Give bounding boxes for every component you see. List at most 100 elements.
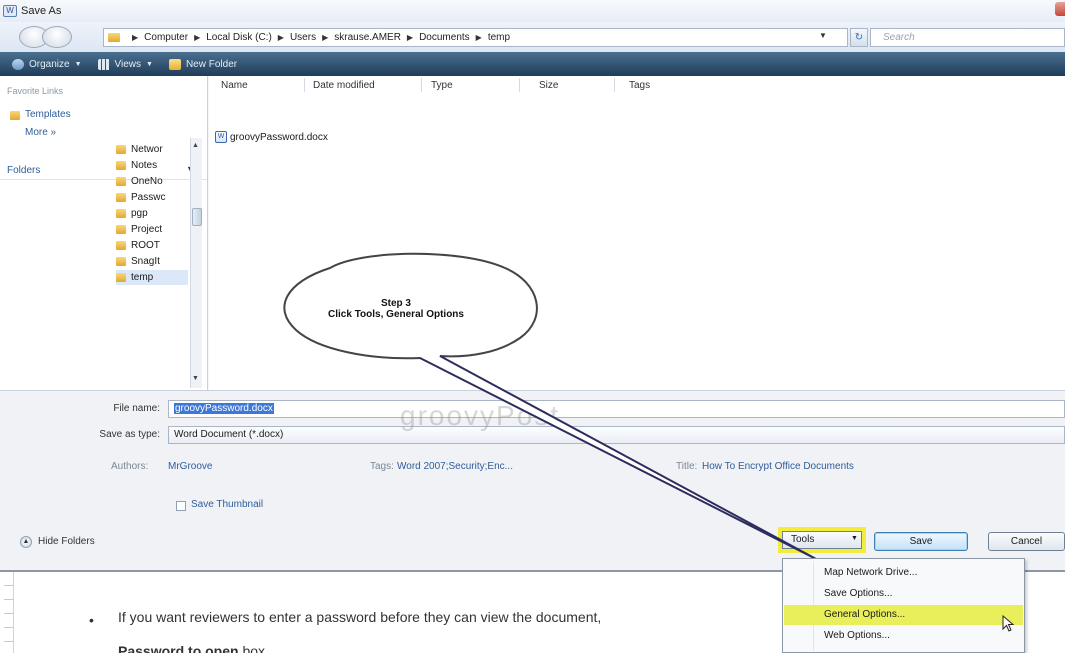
save-thumbnail-label[interactable]: Save Thumbnail <box>191 499 263 510</box>
folder-icon <box>116 177 126 186</box>
save-type-label: Save as type: <box>99 429 160 440</box>
folder-item-selected[interactable]: temp <box>116 270 188 285</box>
refresh-button[interactable]: ↻ <box>850 28 868 47</box>
search-input[interactable]: Search <box>870 28 1065 47</box>
folder-label: ROOT <box>131 240 160 251</box>
scroll-down-icon[interactable]: ▼ <box>192 375 199 382</box>
organize-label: Organize <box>29 58 70 70</box>
tools-button[interactable]: Tools ▼ <box>782 531 862 549</box>
folder-item[interactable]: Passwc <box>116 190 188 205</box>
folder-item[interactable]: SnagIt <box>116 254 188 269</box>
folder-label: Notes <box>131 160 158 171</box>
title-label: Title: <box>676 461 698 472</box>
new-folder-icon <box>168 58 181 70</box>
column-header-date[interactable]: Date modified <box>313 80 375 91</box>
breadcrumb-local-disk[interactable]: Local Disk (C:) <box>206 32 272 43</box>
authors-value[interactable]: MrGroove <box>168 461 212 472</box>
column-header-size[interactable]: Size <box>539 80 558 91</box>
nav-link-more[interactable]: More » <box>25 127 56 138</box>
file-row[interactable]: W groovyPassword.docx <box>215 131 328 143</box>
column-header-name[interactable]: Name <box>221 80 248 91</box>
folder-item[interactable]: Project <box>116 222 188 237</box>
folder-item[interactable]: pgp <box>116 206 188 221</box>
folder-label: Project <box>131 224 163 235</box>
chevron-down-icon: ▼ <box>851 535 858 542</box>
folder-item[interactable]: ROOT <box>116 238 188 253</box>
folder-item[interactable]: Networ <box>116 142 188 157</box>
folder-icon <box>116 145 126 154</box>
column-separator[interactable] <box>421 78 422 92</box>
forward-button[interactable] <box>42 26 72 48</box>
folder-icon <box>108 33 120 42</box>
tools-dropdown-menu: Map Network Drive... Save Options... Gen… <box>782 558 1025 653</box>
menu-item-save-options[interactable]: Save Options... <box>784 584 1023 604</box>
views-icon <box>97 58 110 70</box>
new-folder-button[interactable]: New Folder <box>168 58 237 70</box>
column-separator[interactable] <box>614 78 615 92</box>
column-separator[interactable] <box>519 78 520 92</box>
views-label: Views <box>114 58 142 70</box>
save-thumbnail-checkbox[interactable] <box>176 501 186 511</box>
authors-label: Authors: <box>111 461 149 472</box>
file-name-value: groovyPassword.docx <box>174 403 274 414</box>
menu-item-general-options[interactable]: General Options... <box>784 605 1023 625</box>
breadcrumb-documents[interactable]: Documents <box>419 32 470 43</box>
save-as-dialog: W Save As ▶ Computer ▶ Local Disk (C:) ▶… <box>0 0 1065 570</box>
folder-label: OneNo <box>131 176 163 187</box>
chevron-up-icon[interactable]: ▲ <box>20 536 32 548</box>
column-separator[interactable] <box>304 78 305 92</box>
breadcrumb-arrow-icon: ▶ <box>475 33 482 42</box>
folder-icon <box>116 161 126 170</box>
folder-label: temp <box>131 272 154 283</box>
cancel-button[interactable]: Cancel <box>988 532 1065 551</box>
nav-link-templates[interactable]: Templates <box>25 109 71 120</box>
breadcrumb-arrow-icon: ▶ <box>194 33 201 42</box>
folder-icon <box>116 241 126 250</box>
breadcrumb-user[interactable]: skrause.AMER <box>334 32 401 43</box>
word-document-icon: W <box>215 131 227 143</box>
breadcrumb-arrow-icon: ▶ <box>406 33 414 42</box>
document-line-2: Password to open box. <box>118 643 269 653</box>
save-button[interactable]: Save <box>874 532 968 551</box>
tags-value[interactable]: Word 2007;Security;Enc... <box>397 461 513 472</box>
views-button[interactable]: Views ▼ <box>97 58 153 70</box>
vertical-ruler <box>4 572 14 653</box>
folder-item[interactable]: OneNo <box>116 174 188 189</box>
column-header-type[interactable]: Type <box>431 80 453 91</box>
folders-label: Folders <box>7 165 41 176</box>
file-name-label: File name: <box>113 403 160 414</box>
folder-label: SnagIt <box>131 256 160 267</box>
close-button[interactable] <box>1055 2 1065 16</box>
command-toolbar: Organize ▼ Views ▼ New Folder <box>0 52 1065 76</box>
callout-text: Step 3 Click Tools, General Options <box>296 298 496 320</box>
folder-icon <box>116 193 126 202</box>
mouse-cursor-icon <box>1002 615 1015 632</box>
document-line-2-rest: box. <box>238 643 269 653</box>
breadcrumb-arrow-icon: ▶ <box>277 33 284 42</box>
menu-item-map-network-drive[interactable]: Map Network Drive... <box>784 563 1023 583</box>
file-name-input[interactable]: groovyPassword.docx <box>168 400 1065 418</box>
save-type-select[interactable]: Word Document (*.docx) <box>168 426 1065 444</box>
breadcrumb-computer[interactable]: Computer <box>144 32 188 43</box>
breadcrumb-temp[interactable]: temp <box>488 32 510 43</box>
folder-icon <box>116 209 126 218</box>
scroll-up-icon[interactable]: ▲ <box>192 142 199 149</box>
tools-label: Tools <box>791 534 815 545</box>
column-header-tags[interactable]: Tags <box>629 80 650 91</box>
folder-scrollbar[interactable]: ▲ ▼ <box>190 138 202 388</box>
hide-folders-button[interactable]: Hide Folders <box>38 536 95 547</box>
folder-label: Networ <box>131 144 163 155</box>
folder-label: Passwc <box>131 192 166 203</box>
word-app-icon: W <box>3 5 17 17</box>
folder-icon <box>116 273 126 282</box>
organize-button[interactable]: Organize ▼ <box>12 58 82 70</box>
title-value[interactable]: How To Encrypt Office Documents <box>702 461 854 472</box>
address-bar[interactable]: ▶ Computer ▶ Local Disk (C:) ▶ Users ▶ s… <box>103 28 848 47</box>
chevron-down-icon: ▼ <box>74 60 82 68</box>
scroll-thumb[interactable] <box>192 208 202 226</box>
menu-item-web-options[interactable]: Web Options... <box>784 626 1023 646</box>
address-dropdown-icon[interactable]: ▼ <box>819 31 827 40</box>
breadcrumb-arrow-icon: ▶ <box>132 33 139 42</box>
folder-item[interactable]: Notes <box>116 158 188 173</box>
breadcrumb-users[interactable]: Users <box>290 32 316 43</box>
